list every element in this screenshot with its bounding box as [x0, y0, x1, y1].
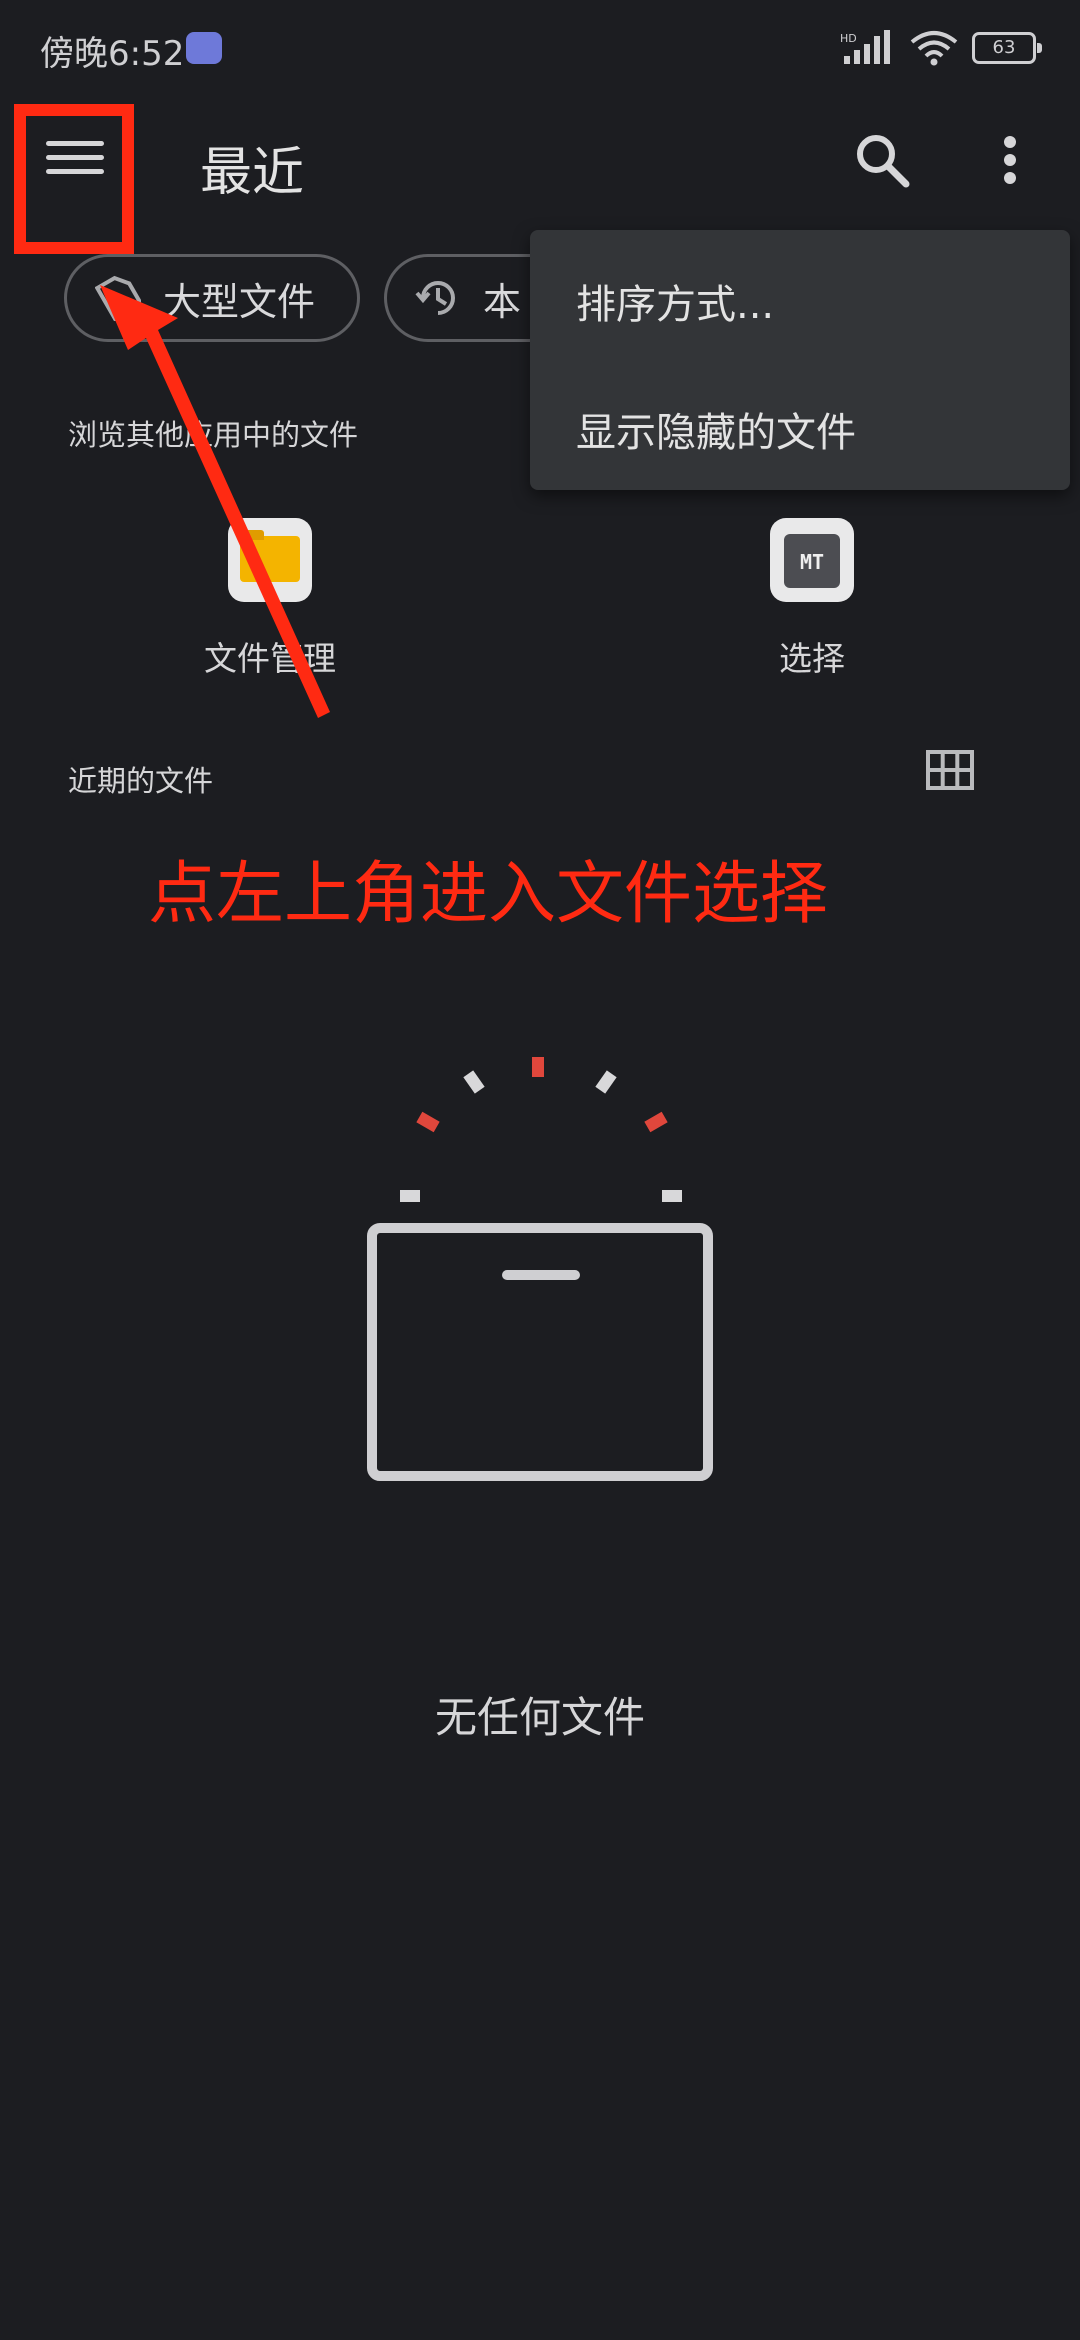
- menu-item-sort[interactable]: 排序方式...: [576, 272, 774, 330]
- empty-box-icon: [367, 1057, 713, 1481]
- overflow-menu: 排序方式... 显示隐藏的文件: [530, 230, 1070, 490]
- menu-item-show-hidden[interactable]: 显示隐藏的文件: [576, 400, 856, 458]
- empty-state-message: 无任何文件: [434, 1693, 645, 1742]
- annotation-text: 点左上角进入文件选择: [148, 855, 829, 934]
